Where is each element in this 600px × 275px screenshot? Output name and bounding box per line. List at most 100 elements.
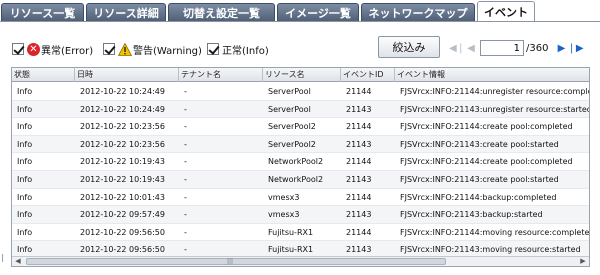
event-id-cell: 21144	[346, 157, 372, 167]
resource-cell: vmesx3	[268, 210, 300, 220]
datetime-cell: 2012-10-22 10:01:43	[80, 192, 165, 202]
tenant-cell: -	[184, 157, 187, 167]
datetime-cell: 2012-10-22 09:57:49	[80, 210, 165, 220]
column-header-tenant[interactable]: テナント名	[179, 68, 263, 82]
table-row[interactable]: Info 2012-10-22 09:57:49 - vmesx3 21143 …	[12, 206, 589, 224]
status-cell: Info	[17, 157, 33, 167]
event-table: 状態 日時 テナント名 リソース名 イベントID イベント情報 Info 201…	[11, 67, 590, 267]
resource-cell: Fujitsu-RX1	[268, 227, 314, 237]
event-id-cell: 21144	[346, 192, 372, 202]
error-circle-icon: ✕	[27, 42, 40, 56]
scrollbar-thumb[interactable]: |||	[26, 258, 446, 265]
scrollbar-grip: |||	[227, 258, 234, 265]
event-id-cell: 21144	[346, 122, 372, 132]
resource-cell: ServerPool	[268, 87, 311, 96]
table-row[interactable]: Info 2012-10-22 10:01:43 - vmesx3 21144 …	[12, 189, 589, 207]
status-cell: Info	[17, 87, 33, 96]
status-cell: Info	[17, 139, 33, 149]
resource-cell: NetworkPool2	[268, 174, 324, 184]
tenant-cell: -	[184, 192, 187, 202]
warning-checkbox[interactable]	[103, 43, 115, 55]
status-cell: Info	[17, 192, 33, 202]
error-filter[interactable]: ✕ 異常(Error)	[12, 41, 93, 57]
tenant-cell: -	[184, 227, 187, 237]
tab-events[interactable]: イベント	[477, 1, 535, 22]
warning-filter[interactable]: 警告(Warning)	[103, 41, 202, 57]
resource-cell: ServerPool2	[268, 139, 316, 149]
event-info-cell: FJSVrcx:INFO:21143:unregister resource:s…	[400, 104, 590, 114]
scroll-right-icon[interactable]: ▶	[578, 257, 588, 266]
tenant-cell: -	[184, 87, 187, 96]
column-header-datetime[interactable]: 日時	[75, 68, 179, 82]
next-page-icon[interactable]: ▶	[554, 41, 568, 55]
tenant-cell: -	[184, 174, 187, 184]
event-info-cell: FJSVrcx:INFO:21143:create pool:started	[400, 139, 559, 149]
column-header-resource[interactable]: リソース名	[263, 68, 341, 82]
event-info-cell: FJSVrcx:INFO:21144:moving resource:compl…	[400, 227, 590, 237]
event-info-cell: FJSVrcx:INFO:21144:create pool:completed	[400, 122, 573, 132]
event-id-cell: 21144	[346, 87, 372, 96]
tenant-cell: -	[184, 104, 187, 114]
datetime-cell: 2012-10-22 10:23:56	[80, 139, 165, 149]
warning-triangle-icon	[118, 42, 132, 56]
status-cell: Info	[17, 122, 33, 132]
table-header: 状態 日時 テナント名 リソース名 イベントID イベント情報	[12, 68, 589, 82]
event-id-cell: 21143	[346, 174, 372, 184]
prev-page-icon[interactable]: ◀	[464, 41, 478, 55]
event-id-cell: 21143	[346, 139, 372, 149]
resource-cell: ServerPool	[268, 104, 311, 114]
info-checkbox[interactable]	[207, 43, 219, 55]
tab-image-list[interactable]: イメージ一覧	[277, 3, 359, 22]
event-id-cell: 21144	[346, 227, 372, 237]
column-header-status[interactable]: 状態	[12, 68, 75, 82]
info-filter[interactable]: 正常(Info)	[207, 41, 269, 57]
resource-cell: NetworkPool2	[268, 157, 324, 167]
column-header-event-id[interactable]: イベントID	[341, 68, 395, 82]
event-info-cell: FJSVrcx:INFO:21143:backup:started	[400, 210, 543, 220]
tab-bar: リソース一覧 リソース詳細 切替え設定一覧 イメージ一覧 ネットワークマップ イ…	[0, 0, 600, 22]
table-row[interactable]: Info 2012-10-22 10:23:56 - ServerPool2 2…	[12, 135, 589, 154]
column-header-event-info[interactable]: イベント情報	[395, 68, 589, 82]
datetime-cell: 2012-10-22 10:24:49	[80, 87, 165, 96]
resource-cell: ServerPool2	[268, 122, 316, 132]
status-cell: Info	[17, 104, 33, 114]
info-filter-label: 正常(Info)	[222, 45, 269, 57]
datetime-cell: 2012-10-22 10:24:49	[80, 104, 165, 114]
status-cell: Info	[17, 227, 33, 237]
tenant-cell: -	[184, 122, 187, 132]
tab-resource-details[interactable]: リソース詳細	[86, 3, 166, 22]
resource-cell: vmesx3	[268, 192, 300, 202]
filter-button[interactable]: 絞込み	[378, 36, 440, 58]
horizontal-scrollbar[interactable]: ◀ ||| ▶	[12, 256, 589, 266]
table-row[interactable]: Info 2012-10-22 10:24:49 - ServerPool 21…	[12, 83, 589, 101]
scroll-left-icon[interactable]: ◀	[13, 257, 23, 266]
event-id-cell: 21143	[346, 104, 372, 114]
tab-network-map[interactable]: ネットワークマップ	[361, 3, 475, 22]
datetime-cell: 2012-10-22 09:56:50	[80, 227, 165, 237]
status-cell: Info	[17, 174, 33, 184]
event-id-cell: 21143	[346, 210, 372, 220]
event-filter-toolbar: ✕ 異常(Error) 警告(Warning) 正常(Info) 絞込み ◀❘ …	[0, 22, 600, 67]
table-body: Info 2012-10-22 10:24:49 - ServerPool 21…	[12, 83, 589, 259]
datetime-cell: 2012-10-22 10:19:43	[80, 157, 165, 167]
event-info-cell: FJSVrcx:INFO:21144:backup:completed	[400, 192, 557, 202]
error-checkbox[interactable]	[12, 43, 24, 55]
tenant-cell: -	[184, 139, 187, 149]
page-number-input[interactable]	[480, 40, 524, 56]
table-row[interactable]: Info 2012-10-22 10:23:56 - ServerPool2 2…	[12, 118, 589, 136]
pager: ◀❘ ◀ /360 ▶ ❘▶	[449, 39, 584, 57]
tenant-cell: -	[184, 210, 187, 220]
datetime-cell: 2012-10-22 10:23:56	[80, 122, 165, 132]
last-page-icon[interactable]: ❘▶	[567, 41, 583, 55]
table-row[interactable]: Info 2012-10-22 10:19:43 - NetworkPool2 …	[12, 153, 589, 171]
event-info-cell: FJSVrcx:INFO:21144:create pool:completed	[400, 157, 573, 167]
tab-resource-list[interactable]: リソース一覧	[1, 3, 84, 22]
datetime-cell: 2012-10-22 10:19:43	[80, 174, 165, 184]
table-row[interactable]: Info 2012-10-22 10:24:49 - ServerPool 21…	[12, 100, 590, 119]
first-page-icon[interactable]: ◀❘	[449, 41, 465, 55]
event-info-cell: FJSVrcx:INFO:21143:create pool:started	[400, 174, 559, 184]
table-row[interactable]: Info 2012-10-22 10:19:43 - NetworkPool2 …	[12, 170, 589, 189]
panel-edge	[2, 254, 6, 262]
table-row[interactable]: Info 2012-10-22 09:56:50 - Fujitsu-RX1 2…	[12, 224, 589, 242]
tab-switchover-settings[interactable]: 切替え設定一覧	[168, 3, 275, 22]
